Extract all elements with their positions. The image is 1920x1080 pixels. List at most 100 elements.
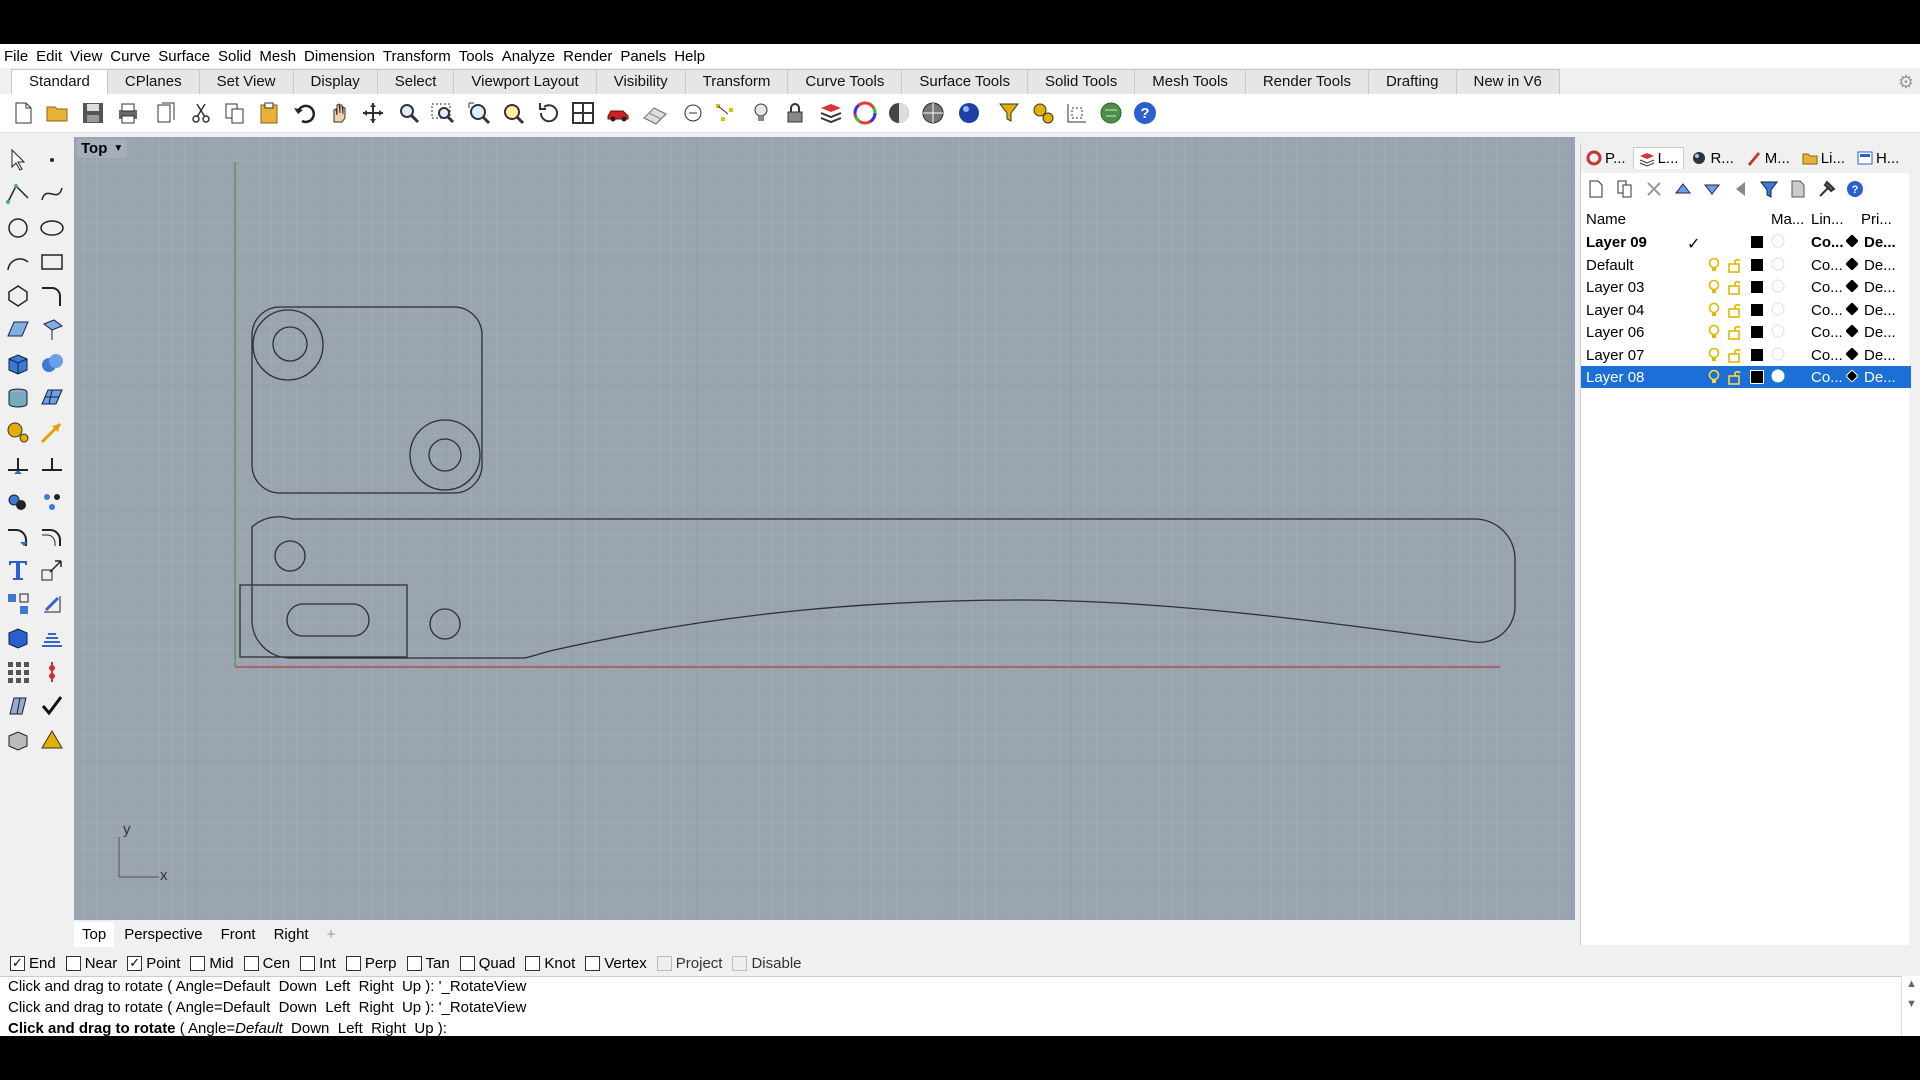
layer-stack-icon[interactable] <box>818 100 844 126</box>
layer-name[interactable]: Layer 04 <box>1586 302 1644 319</box>
menu-analyze[interactable]: Analyze <box>498 48 559 65</box>
new-file-icon[interactable] <box>10 100 36 126</box>
zoom-selected-icon[interactable] <box>500 100 526 126</box>
layer-color-swatch[interactable] <box>1751 348 1763 361</box>
layer-row[interactable]: Layer 08 Co... De... <box>1581 366 1911 388</box>
box-solid-icon[interactable] <box>4 350 32 378</box>
material-circle-icon[interactable] <box>1771 302 1785 320</box>
zoom-extents-icon[interactable] <box>466 100 492 126</box>
layer-name[interactable]: Default <box>1586 257 1634 274</box>
undo-icon[interactable] <box>292 100 318 126</box>
panel-tab-libraries[interactable]: Li... <box>1797 148 1850 169</box>
menu-mesh[interactable]: Mesh <box>255 48 300 65</box>
material-sphere-icon[interactable] <box>886 100 912 126</box>
grid-snap-icon[interactable] <box>1064 100 1090 126</box>
boolean-union-icon[interactable] <box>38 350 66 378</box>
cut-icon[interactable] <box>188 100 214 126</box>
layer-filter-icon[interactable] <box>1759 179 1779 199</box>
fillet-curve-icon[interactable] <box>38 282 66 310</box>
lightbulb-icon[interactable] <box>748 100 774 126</box>
osnap-checkbox[interactable] <box>65 955 81 971</box>
shell-solid-icon[interactable] <box>4 726 32 754</box>
array-icon[interactable] <box>4 590 32 618</box>
scroll-down-icon[interactable]: ▼ <box>1906 998 1917 1010</box>
top-viewport[interactable]: y x Top ▼ <box>74 137 1575 920</box>
polygon-icon[interactable] <box>4 282 32 310</box>
layer-row[interactable]: Layer 07 Co... De... <box>1581 344 1911 366</box>
select-circle-icon[interactable] <box>680 100 706 126</box>
print-color-diamond-icon[interactable] <box>1845 324 1859 341</box>
layer-linetype[interactable]: Co... <box>1811 302 1843 319</box>
material-circle-icon[interactable] <box>1771 257 1785 275</box>
osnap-checkbox[interactable] <box>525 955 541 971</box>
circle-icon[interactable] <box>4 214 32 242</box>
osnap-disable[interactable]: Disable <box>732 955 802 972</box>
print-color-diamond-icon[interactable] <box>1845 279 1859 296</box>
print-color-diamond-icon[interactable] <box>1845 301 1859 319</box>
move-layer-out-icon[interactable] <box>1731 179 1751 199</box>
layer-linetype[interactable]: Co... <box>1811 257 1843 274</box>
filter-funnel-icon[interactable] <box>996 100 1022 126</box>
viewport-title[interactable]: Top ▼ <box>77 139 128 158</box>
osnap-perp[interactable]: Perp <box>345 955 397 972</box>
menu-file[interactable]: File <box>0 48 32 65</box>
menu-help[interactable]: Help <box>670 48 709 65</box>
layer-color-swatch[interactable] <box>1751 303 1763 316</box>
layer-name[interactable]: Layer 06 <box>1586 324 1644 341</box>
material-circle-icon[interactable] <box>1771 234 1785 252</box>
osnap-checkbox[interactable] <box>406 955 422 971</box>
new-sublayer-icon[interactable] <box>1615 179 1635 199</box>
save-icon[interactable] <box>80 100 106 126</box>
layer-color-swatch[interactable] <box>1750 370 1764 384</box>
command-options[interactable]: Down Left Right Up ): <box>283 1020 447 1036</box>
curve-icon[interactable] <box>38 180 66 208</box>
command-history[interactable]: Click and drag to rotate ( Angle=Default… <box>0 976 1920 1036</box>
group-icon[interactable] <box>4 488 32 516</box>
help-icon[interactable]: ? <box>1132 100 1158 126</box>
surface-icon[interactable] <box>4 316 32 344</box>
layer-print-width[interactable]: De... <box>1864 279 1896 296</box>
osnap-knot[interactable]: Knot <box>525 955 575 972</box>
grid-array-icon[interactable] <box>4 658 32 686</box>
point-icon[interactable] <box>38 146 66 174</box>
osnap-near[interactable]: Near <box>65 955 117 972</box>
menu-dimension[interactable]: Dimension <box>300 48 379 65</box>
explode-icon[interactable] <box>38 488 66 516</box>
layer-print-width[interactable]: De... <box>1864 369 1896 386</box>
panel-tab-help[interactable]: H... <box>1852 148 1904 169</box>
tab-curve-tools[interactable]: Curve Tools <box>787 69 903 94</box>
layer-name[interactable]: Layer 09 <box>1586 234 1647 251</box>
osnap-checkbox[interactable]: ✓ <box>10 955 25 971</box>
unlock-icon[interactable] <box>1727 279 1741 299</box>
panel-tab-render[interactable]: R... <box>1686 148 1738 169</box>
move-layer-up-icon[interactable] <box>1673 179 1693 199</box>
unlock-icon[interactable] <box>1727 257 1741 277</box>
osnap-checkbox[interactable] <box>243 955 259 971</box>
layer-linetype[interactable]: Co... <box>1811 369 1843 386</box>
column-print-header[interactable]: Pri... <box>1861 211 1892 228</box>
panel-tab-properties[interactable]: P... <box>1581 148 1631 169</box>
menu-view[interactable]: View <box>66 48 106 65</box>
tab-viewport-layout[interactable]: Viewport Layout <box>453 69 597 94</box>
menu-surface[interactable]: Surface <box>154 48 214 65</box>
command-scrollbar[interactable]: ▲ ▼ <box>1901 976 1920 1036</box>
layer-print-width[interactable]: De... <box>1864 347 1896 364</box>
four-viewports-icon[interactable] <box>570 100 596 126</box>
unlock-icon[interactable] <box>1727 324 1741 344</box>
extrude-surface-icon[interactable] <box>38 316 66 344</box>
unlock-icon[interactable] <box>1727 347 1741 367</box>
lightbulb-on-icon[interactable] <box>1707 257 1721 277</box>
panel-tab-layers[interactable]: L... <box>1632 147 1685 169</box>
car-shaded-icon[interactable] <box>606 100 632 126</box>
arc-icon[interactable] <box>4 248 32 276</box>
tab-cplanes[interactable]: CPlanes <box>106 69 200 94</box>
rendered-sphere-icon[interactable] <box>956 100 982 126</box>
paste-icon[interactable] <box>256 100 282 126</box>
tab-standard[interactable]: Standard <box>11 69 108 94</box>
add-viewport-tab-icon[interactable]: + <box>319 922 344 947</box>
current-layer-check-icon[interactable]: ✓ <box>1687 234 1700 254</box>
layer-print-width[interactable]: De... <box>1864 324 1896 341</box>
osnap-mid[interactable]: Mid <box>190 955 234 972</box>
material-circle-icon[interactable] <box>1771 369 1785 387</box>
dimension-arrow-icon[interactable] <box>38 418 66 446</box>
